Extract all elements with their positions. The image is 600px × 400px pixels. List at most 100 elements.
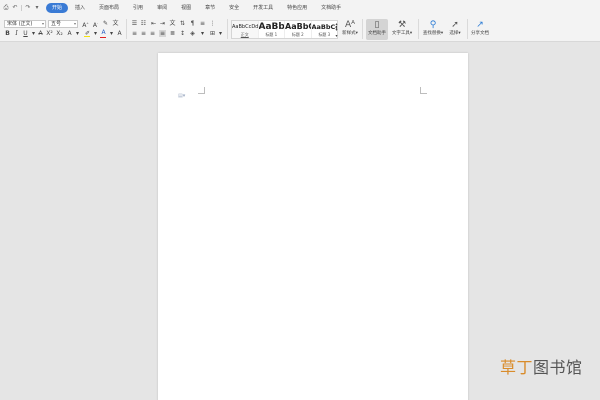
increase-indent-icon[interactable]: ⇥: [159, 20, 166, 27]
font-color-swatch: [100, 37, 106, 38]
align-right-icon[interactable]: ≡: [149, 30, 156, 37]
share-doc-button[interactable]: ↗ 分享文档: [469, 19, 491, 40]
save-icon[interactable]: ⎙: [3, 5, 9, 11]
tab-view[interactable]: 视图: [174, 3, 198, 13]
text-effect-options-icon[interactable]: ▾: [74, 30, 81, 37]
style-sample: AaBbCcDd: [232, 24, 259, 30]
text-effect-icon[interactable]: A: [66, 30, 73, 37]
doc-helper-button[interactable]: ▯ 文档助手: [366, 19, 388, 40]
find-replace-label: 查找替换▾: [422, 31, 444, 36]
share-icon: ↗: [476, 20, 484, 30]
underline-icon[interactable]: U: [22, 30, 29, 37]
highlight-options-icon[interactable]: ▾: [92, 30, 99, 37]
chinese-layout-icon[interactable]: 文: [169, 20, 176, 27]
menu-bar: ⎙ ↶ ↷ ▾ 开始 插入 页面布局 引用 审阅 视图 章节 安全 开发工具 特…: [0, 0, 600, 16]
style-normal[interactable]: AaBbCcDd 正文: [232, 21, 259, 38]
ribbon-separator: [467, 19, 468, 39]
sort-icon[interactable]: ⇅: [179, 20, 186, 27]
numbered-list-icon[interactable]: ☷: [140, 20, 147, 27]
tab-references[interactable]: 引用: [126, 3, 150, 13]
share-doc-label: 分享文档: [471, 31, 489, 36]
borders-options-icon[interactable]: ▾: [217, 30, 224, 37]
style-sample: AaBb: [258, 22, 285, 32]
bold-icon[interactable]: B: [4, 30, 11, 37]
paragraph-layout-icon[interactable]: ≡: [199, 20, 206, 27]
shading-icon[interactable]: ◈: [189, 30, 196, 37]
tab-doc-assistant[interactable]: 文档助手: [314, 3, 348, 13]
grow-font-icon[interactable]: A+: [82, 20, 89, 29]
show-marks-icon[interactable]: ¶: [189, 20, 196, 27]
paragraph-options-icon[interactable]: ▤▾: [178, 93, 185, 99]
chevron-down-icon: ▾: [41, 21, 44, 26]
highlight-color-swatch: [84, 30, 90, 37]
font-size-value: 五号: [51, 21, 62, 27]
tab-home[interactable]: 开始: [46, 3, 69, 13]
watermark-logo: 草丁图书馆: [500, 354, 583, 378]
font-size-select[interactable]: 五号 ▾: [48, 20, 78, 28]
strikethrough-icon[interactable]: A: [37, 30, 44, 37]
wrench-icon: ⚒: [397, 20, 407, 30]
find-replace-button[interactable]: ⚲ 查找替换▾: [421, 19, 445, 40]
style-gallery: AaBbCcDd 正文 AaBb 标题 1 AaBbC 标题 2 AaBbCc …: [231, 20, 338, 39]
text-tools-button[interactable]: ⚒ 文字工具▾: [390, 19, 414, 40]
tab-page-layout[interactable]: 页面布局: [92, 3, 126, 13]
ribbon-toolbar: 宋体 (正文) ▾ 五号 ▾ A+ A- ✎ 文 B I U ▾ A X² X₂…: [0, 16, 600, 42]
italic-icon[interactable]: I: [13, 30, 20, 37]
quick-access-toolbar: ⎙ ↶ ↷ ▾: [0, 5, 40, 11]
tab-security[interactable]: 安全: [222, 3, 246, 13]
margin-corner-top-left: [198, 87, 205, 94]
phonetic-guide-icon[interactable]: 文: [112, 20, 119, 27]
character-border-icon[interactable]: A: [116, 30, 123, 37]
tab-insert[interactable]: 插入: [68, 3, 92, 13]
chevron-down-icon: ▾: [73, 21, 76, 26]
decrease-indent-icon[interactable]: ⇤: [150, 20, 157, 27]
style-label: 标题 2: [291, 32, 304, 37]
ribbon-separator: [418, 19, 419, 39]
superscript-icon[interactable]: X²: [46, 30, 53, 37]
new-style-icon: Aᴬ: [344, 20, 356, 30]
style-sample: AaBbC: [285, 22, 312, 31]
quick-access-separator: [21, 5, 22, 11]
align-left-icon[interactable]: ≡: [131, 30, 138, 37]
style-label: 正文: [240, 32, 249, 37]
tab-review[interactable]: 审阅: [150, 3, 174, 13]
tab-developer[interactable]: 开发工具: [246, 3, 280, 13]
distributed-icon[interactable]: ≣: [169, 30, 176, 37]
ribbon-separator: [126, 19, 127, 39]
shading-options-icon[interactable]: ▾: [199, 30, 206, 37]
menu-tabs: 开始 插入 页面布局 引用 审阅 视图 章节 安全 开发工具 特色应用 文档助手: [46, 3, 348, 13]
tab-sections[interactable]: 章节: [198, 3, 222, 13]
watermark-part-1: 草丁: [500, 358, 534, 377]
print-icon[interactable]: ▾: [34, 5, 40, 11]
clear-format-icon[interactable]: ✎: [102, 20, 109, 27]
justify-icon[interactable]: ≡: [159, 30, 166, 37]
shrink-font-icon[interactable]: A-: [92, 20, 99, 29]
subscript-icon[interactable]: X₂: [56, 30, 63, 37]
font-color-options-icon[interactable]: ▾: [108, 30, 115, 37]
new-style-button[interactable]: Aᴬ 新样式▾: [341, 19, 359, 40]
align-center-icon[interactable]: ≡: [140, 30, 147, 37]
undo-icon[interactable]: ↶: [12, 5, 18, 11]
font-name-value: 宋体 (正文): [7, 21, 33, 27]
font-name-select[interactable]: 宋体 (正文) ▾: [4, 20, 46, 28]
new-style-label: 新样式▾: [342, 31, 358, 36]
borders-icon[interactable]: ⊞: [209, 30, 216, 37]
line-numbers-icon[interactable]: ⋮: [209, 20, 216, 27]
cursor-icon: ➚: [451, 20, 459, 30]
style-heading-2[interactable]: AaBbC 标题 2: [285, 21, 312, 38]
document-page[interactable]: ▤▾: [158, 53, 468, 400]
style-heading-1[interactable]: AaBb 标题 1: [258, 21, 285, 38]
style-gallery-more-icon[interactable]: ▾: [333, 32, 340, 39]
margin-corner-top-right: [420, 87, 427, 94]
style-label: 标题 1: [265, 32, 278, 37]
bullet-list-icon[interactable]: ☰: [131, 20, 138, 27]
line-spacing-icon[interactable]: ↕: [179, 30, 186, 37]
ribbon-separator: [362, 19, 363, 39]
watermark-part-2: 图书馆: [533, 358, 583, 377]
font-color-icon[interactable]: A: [100, 29, 107, 36]
tab-featured-apps[interactable]: 特色应用: [280, 3, 314, 13]
redo-icon[interactable]: ↷: [25, 5, 31, 11]
underline-options-icon[interactable]: ▾: [30, 30, 37, 37]
select-button[interactable]: ➚ 选择▾: [446, 19, 464, 40]
document-icon: ▯: [374, 20, 380, 30]
